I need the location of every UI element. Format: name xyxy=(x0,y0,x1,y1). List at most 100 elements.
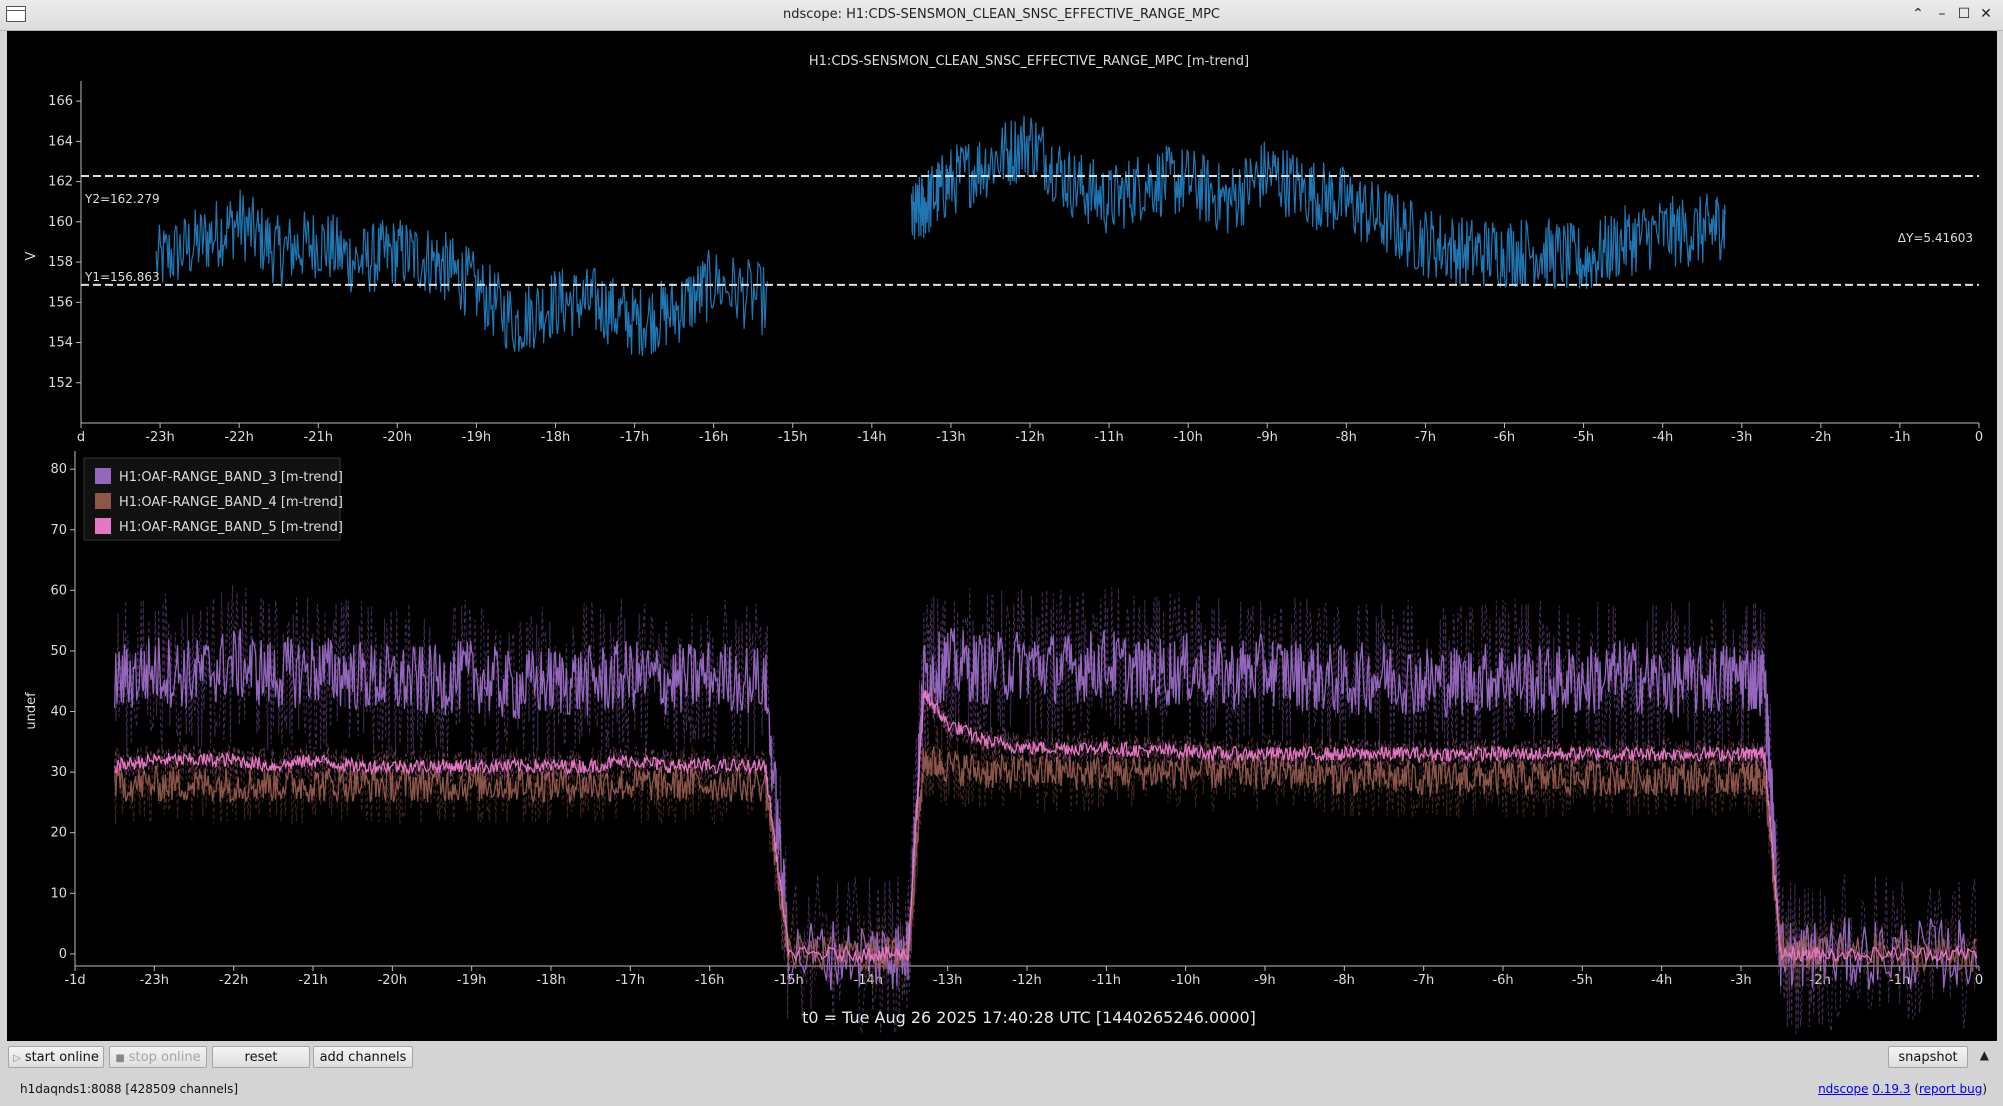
top-x-tick-label: -6h xyxy=(1494,430,1515,445)
stop-online-button[interactable]: ■ stop online xyxy=(109,1046,207,1068)
app-name-link[interactable]: ndscope xyxy=(1818,1082,1868,1096)
bottom-y-tick-label: 50 xyxy=(50,644,67,659)
top-series xyxy=(155,115,1726,357)
t0-label: t0 = Tue Aug 26 2025 17:40:28 UTC [14402… xyxy=(802,1008,1256,1027)
start-online-button[interactable]: ▷ start online xyxy=(8,1046,104,1068)
window-shade-icon[interactable]: ⌃ xyxy=(1909,5,1927,23)
bottom-x-tick-label: -5h xyxy=(1572,973,1593,988)
window-close-icon[interactable]: ✕ xyxy=(1977,5,1995,23)
statusbar: h1daqnds1:8088 [428509 channels] ndscope… xyxy=(0,1074,2003,1106)
top-x-tick-label: -20h xyxy=(383,430,412,445)
server-status: h1daqnds1:8088 [428509 channels] xyxy=(20,1082,239,1096)
series-envelope-5 xyxy=(114,682,1978,970)
bottom-x-tick-label: -18h xyxy=(536,973,565,988)
toolbar: ▷ start online ■ stop online reset add cha… xyxy=(0,1042,2003,1072)
bottom-x-tick-label: -6h xyxy=(1492,973,1513,988)
top-x-tick-label: -19h xyxy=(462,430,491,445)
bottom-x-tick-label: -16h xyxy=(695,973,724,988)
expand-up-icon[interactable]: ▲ xyxy=(1980,1048,1989,1062)
bottom-y-tick-label: 0 xyxy=(59,947,67,962)
top-x-tick-label: -17h xyxy=(620,430,649,445)
stop-icon: ■ xyxy=(115,1053,125,1064)
plot-canvas[interactable]: H1:CDS-SENSMON_CLEAN_SNSC_EFFECTIVE_RANG… xyxy=(7,31,1997,1041)
bottom-x-tick-label: -20h xyxy=(378,973,407,988)
top-x-tick-label: 0 xyxy=(1975,430,1983,445)
bottom-x-tick-label: -3h xyxy=(1730,973,1751,988)
window-titlebar: ndscope: H1:CDS-SENSMON_CLEAN_SNSC_EFFEC… xyxy=(0,0,2003,31)
cursor-y2-label: Y2=162.279 xyxy=(84,192,160,206)
top-x-tick-label: -13h xyxy=(936,430,965,445)
bottom-x-tick-label: -4h xyxy=(1651,973,1672,988)
top-x-tick-label: -7h xyxy=(1415,430,1436,445)
bottom-x-tick-label: -22h xyxy=(219,973,248,988)
reset-button[interactable]: reset xyxy=(212,1046,310,1068)
top-x-tick-label: -14h xyxy=(857,430,886,445)
top-x-tick-label: -15h xyxy=(778,430,807,445)
legend-label: H1:OAF-RANGE_BAND_5 [m-trend] xyxy=(119,520,343,535)
bottom-x-tick-label: -21h xyxy=(298,973,327,988)
top-x-tick-label: -21h xyxy=(304,430,333,445)
cursor-delta-label: ΔY=5.41603 xyxy=(1898,231,1973,245)
top-y-tick-label: 160 xyxy=(48,215,73,230)
top-x-tick-label: d xyxy=(77,430,85,445)
top-x-tick-label: -8h xyxy=(1336,430,1357,445)
top-x-tick-label: -18h xyxy=(541,430,570,445)
plot-area[interactable]: H1:CDS-SENSMON_CLEAN_SNSC_EFFECTIVE_RANG… xyxy=(7,31,1997,1041)
top-y-tick-label: 154 xyxy=(48,336,73,351)
top-x-tick-label: -10h xyxy=(1173,430,1202,445)
report-bug-link[interactable]: report bug xyxy=(1919,1082,1982,1096)
top-x-tick-label: -16h xyxy=(699,430,728,445)
bottom-x-tick-label: -9h xyxy=(1254,973,1275,988)
bottom-x-tick-label: -8h xyxy=(1334,973,1355,988)
top-x-tick-label: -4h xyxy=(1652,430,1673,445)
version-link[interactable]: 0.19.3 xyxy=(1872,1082,1910,1096)
bottom-x-tick-label: -13h xyxy=(933,973,962,988)
series-line-band-5 xyxy=(114,690,1978,964)
window-title: ndscope: H1:CDS-SENSMON_CLEAN_SNSC_EFFEC… xyxy=(782,7,1221,22)
cursor-y1-label: Y1=156.863 xyxy=(84,270,160,284)
snapshot-button[interactable]: snapshot xyxy=(1888,1046,1968,1068)
top-y-tick-label: 162 xyxy=(48,175,73,190)
bottom-x-tick-label: -1d xyxy=(64,973,85,988)
top-x-ticks: d -23h -22h -21h -20h -19h -18h -17h -16h -15h -14… xyxy=(77,423,1983,445)
top-series-line xyxy=(155,115,1726,357)
play-icon: ▷ xyxy=(13,1053,21,1064)
version-info: ndscope 0.19.3 (report bug) xyxy=(1818,1082,1987,1096)
top-x-tick-label: -3h xyxy=(1731,430,1752,445)
bottom-x-tick-label: -12h xyxy=(1012,973,1041,988)
top-x-tick-label: -5h xyxy=(1573,430,1594,445)
bottom-y-tick-label: 60 xyxy=(50,583,67,598)
bottom-y-ticks: 0 10 20 30 40 50 60 70 80 xyxy=(50,462,75,962)
bottom-x-tick-label: -10h xyxy=(1171,973,1200,988)
top-x-tick-label: -2h xyxy=(1810,430,1831,445)
top-y-tick-label: 166 xyxy=(48,94,73,109)
window-minimize-icon[interactable]: – xyxy=(1933,5,1951,23)
legend-swatch xyxy=(95,493,111,509)
add-channels-button[interactable]: add channels xyxy=(313,1046,413,1068)
bottom-plot[interactable]: undef 0 10 20 30 40 50 60 70 80 -1d -23h -22h -21h -… xyxy=(24,451,1983,1034)
bottom-y-label: undef xyxy=(24,692,39,730)
bottom-x-ticks: -1d -23h -22h -21h -20h -19h -18h -17h -16h -15h -… xyxy=(64,966,1983,988)
top-x-tick-label: -22h xyxy=(224,430,253,445)
top-x-tick-label: -11h xyxy=(1094,430,1123,445)
top-x-tick-label: -9h xyxy=(1257,430,1278,445)
bottom-x-tick-label: -19h xyxy=(457,973,486,988)
bottom-x-tick-label: -11h xyxy=(1092,973,1121,988)
bottom-y-tick-label: 10 xyxy=(50,886,67,901)
top-plot[interactable]: H1:CDS-SENSMON_CLEAN_SNSC_EFFECTIVE_RANG… xyxy=(24,54,1983,445)
legend-label: H1:OAF-RANGE_BAND_4 [m-trend] xyxy=(119,495,343,510)
legend[interactable]: H1:OAF-RANGE_BAND_3 [m-trend] H1:OAF-RANG… xyxy=(83,457,343,541)
top-x-tick-label: -1h xyxy=(1889,430,1910,445)
bottom-y-tick-label: 70 xyxy=(50,523,67,538)
bottom-x-tick-label: -7h xyxy=(1413,973,1434,988)
bottom-y-tick-label: 30 xyxy=(50,765,67,780)
bottom-y-tick-label: 40 xyxy=(50,705,67,720)
legend-label: H1:OAF-RANGE_BAND_3 [m-trend] xyxy=(119,470,343,485)
legend-swatch xyxy=(95,518,111,534)
bottom-x-tick-label: -23h xyxy=(140,973,169,988)
bottom-y-tick-label: 20 xyxy=(50,826,67,841)
top-plot-title: H1:CDS-SENSMON_CLEAN_SNSC_EFFECTIVE_RANG… xyxy=(809,54,1249,69)
window-maximize-icon[interactable]: ☐ xyxy=(1955,5,1973,23)
legend-swatch xyxy=(95,468,111,484)
series-line-band-3 xyxy=(114,627,1978,991)
